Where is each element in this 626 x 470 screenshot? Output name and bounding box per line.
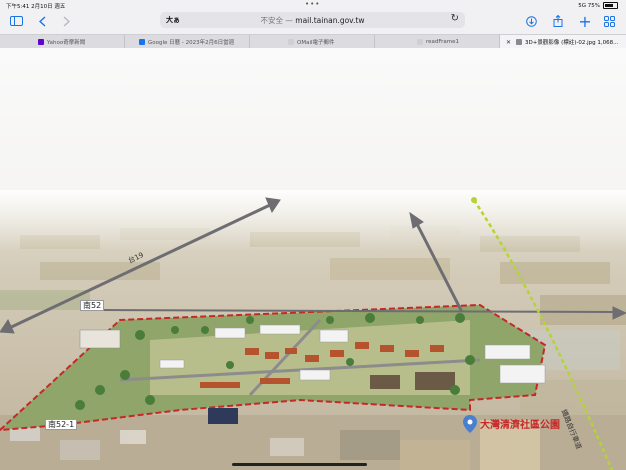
tab-readframe[interactable]: readFrame1 bbox=[375, 35, 500, 49]
road-label-nan52: 南52 bbox=[80, 300, 105, 311]
tab-label: OMail電子郵件 bbox=[297, 40, 335, 46]
road-label-nan52-1: 南52-1 bbox=[45, 419, 78, 430]
tab-yahoo-news[interactable]: Yahoo奇摩新聞 bbox=[0, 35, 125, 49]
tab-omail[interactable]: OMail電子郵件 bbox=[250, 35, 375, 49]
reload-icon[interactable]: ↻ bbox=[451, 13, 459, 24]
forward-icon[interactable] bbox=[60, 13, 72, 29]
readframe-favicon-icon bbox=[417, 39, 423, 45]
omail-favicon-icon bbox=[288, 39, 294, 45]
close-tab-icon[interactable]: ✕ bbox=[506, 39, 511, 46]
download-icon[interactable] bbox=[524, 13, 538, 29]
tab-overview-icon[interactable] bbox=[602, 13, 616, 29]
battery-icon bbox=[603, 2, 618, 9]
insecure-label: 不安全 — bbox=[260, 16, 296, 25]
tab-label: Google 日曆 - 2023年2月6日當週 bbox=[148, 40, 235, 46]
signal-text: 5G 75% bbox=[578, 2, 600, 9]
sidebar-icon[interactable] bbox=[8, 13, 24, 29]
url-domain: mail.tainan.gov.tw bbox=[295, 16, 365, 25]
share-icon[interactable] bbox=[551, 13, 565, 29]
image-favicon-icon bbox=[516, 39, 522, 45]
park-name-label: 大灣清濟社區公園 bbox=[480, 420, 560, 431]
aerial-landscape-image bbox=[0, 48, 626, 470]
address-bar[interactable]: 大ぁ 不安全 — mail.tainan.gov.tw ↻ bbox=[160, 12, 465, 28]
home-indicator[interactable] bbox=[232, 463, 367, 466]
tab-google-calendar[interactable]: Google 日曆 - 2023年2月6日當週 bbox=[125, 35, 250, 49]
browser-toolbar: 大ぁ 不安全 — mail.tainan.gov.tw ↻ + bbox=[0, 10, 626, 32]
tab-label: readFrame1 bbox=[426, 39, 460, 45]
url-text[interactable]: 不安全 — mail.tainan.gov.tw bbox=[160, 15, 465, 26]
status-indicators: 5G 75% bbox=[578, 2, 618, 9]
calendar-favicon-icon bbox=[139, 39, 145, 45]
back-icon[interactable] bbox=[36, 13, 48, 29]
tab-landscape-image[interactable]: ✕ 3D+景觀影像 (標註)-02.jpg 1,068... bbox=[500, 35, 626, 49]
image-viewer: 台19 南52 南52-1 鐵路自行車道 大灣清濟社區公園 bbox=[0, 48, 626, 470]
status-time-date: 下午5:41 2月10日 週五 bbox=[6, 4, 66, 10]
status-bar: 下午5:41 2月10日 週五 ••• 5G 75% bbox=[0, 0, 626, 10]
tab-label: Yahoo奇摩新聞 bbox=[47, 40, 86, 46]
tab-label: 3D+景觀影像 (標註)-02.jpg 1,068... bbox=[525, 40, 619, 46]
new-tab-icon[interactable]: + bbox=[578, 12, 592, 31]
yahoo-favicon-icon bbox=[38, 39, 44, 45]
multitasking-dots[interactable]: ••• bbox=[305, 0, 320, 8]
